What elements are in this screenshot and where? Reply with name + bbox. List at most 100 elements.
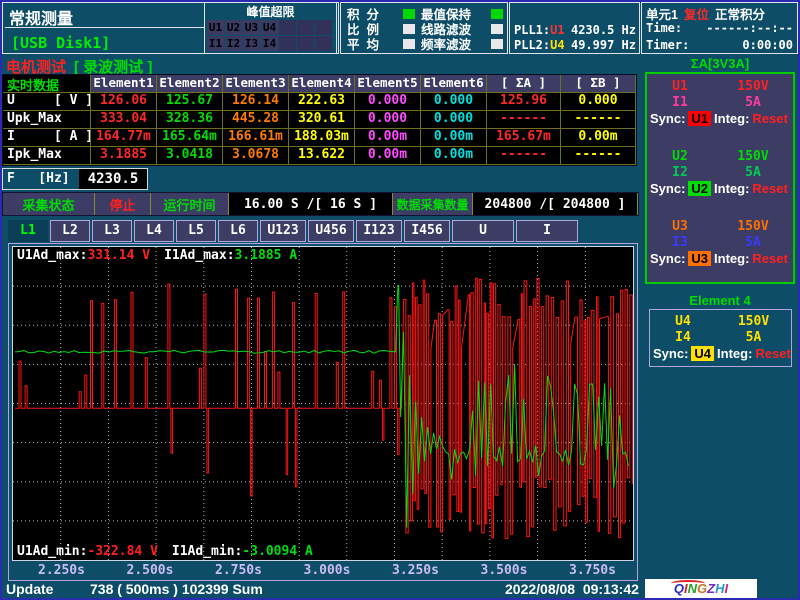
tab-u456[interactable]: U456	[308, 220, 354, 242]
x-tick-label: 3.000s	[304, 563, 351, 579]
tab-i456[interactable]: I456	[404, 220, 450, 242]
table-cell: 0.00m	[421, 147, 487, 165]
x-axis: 2.250s2.500s2.750s3.000s3.250s3.500s3.75…	[12, 563, 634, 579]
sync-source-badge: U1	[688, 111, 711, 126]
vendor-logo: QINGZHI	[645, 579, 757, 599]
e4-sync-line: Sync: U4 Integ: Reset	[650, 345, 791, 361]
tab-i[interactable]: I	[516, 220, 578, 242]
peak-cell-u2: U2	[225, 20, 242, 35]
wave-ann-bottom: U1Ad_min:-322.84 VI1Ad_min:-3.0094 A	[17, 544, 327, 559]
tab-u[interactable]: U	[452, 220, 514, 242]
unit-reset-status: 复位	[684, 4, 709, 20]
e4-voltage-range: 150V	[716, 314, 791, 329]
voltage-channel-label: U2	[647, 149, 713, 164]
toggle-checkbox[interactable]	[403, 39, 415, 49]
status-bar: Update 738 ( 500ms ) 102399 Sum 2022/08/…	[0, 579, 800, 600]
table-cell: 0.000	[355, 111, 421, 129]
pll-lines: PLL1:U14230.5 HzPLL2:U449.997 Hz	[514, 22, 636, 52]
current-channel-label: I1	[647, 95, 713, 110]
frequency-box: F [Hz] 4230.5	[2, 168, 148, 190]
sync-label: Sync:	[650, 251, 685, 266]
tab-l5[interactable]: L5	[176, 220, 216, 242]
table-cell: ------	[561, 111, 636, 129]
table-cell: 328.36	[157, 111, 223, 129]
unit-integration-panel: 单元1 复位 正常积分 Time: ------:--:-- Timer: 0:…	[641, 2, 798, 54]
table-cell: 13.622	[289, 147, 355, 165]
function-toggle-grid: 积 分比 例平 均最值保持线路滤波频率滤波	[344, 6, 506, 51]
peak-grid-row: I1I2I3I4	[207, 36, 332, 51]
row-label: U [ V ]	[3, 93, 91, 111]
table-cell: 0.00m	[561, 129, 636, 147]
timer-value: 0:00:00	[742, 38, 793, 54]
page-title: 常规测量	[9, 5, 73, 29]
sample-count-label: 数据采集数量	[393, 193, 473, 215]
unit-label: 单元1	[646, 4, 678, 20]
table-cell: 125.67	[157, 93, 223, 111]
timer-label: Timer:	[646, 38, 689, 54]
peak-cell-empty	[297, 36, 314, 51]
current-range: 5A	[713, 95, 793, 110]
update-label: Update	[6, 581, 53, 597]
annotation-value: 3.1885 A	[235, 248, 298, 263]
datetime: 2022/08/08 09:13:42	[505, 581, 639, 597]
row-label: Ipk_Max	[3, 147, 91, 165]
col-header: [ ΣA ]	[487, 75, 561, 93]
toggle-checkbox[interactable]	[403, 9, 415, 19]
col-header: Element4	[289, 75, 355, 93]
channel-block-2: U2150VI25ASync:U2Integ:Reset	[647, 148, 793, 196]
table-cell: 166.61m	[223, 129, 289, 147]
table-cell: 164.77m	[91, 129, 157, 147]
sync-source-badge: U2	[688, 181, 711, 196]
tab-i123[interactable]: I123	[356, 220, 402, 242]
tab-l3[interactable]: L3	[92, 220, 132, 242]
waveform-widget: U1Ad_max:331.14 VI1Ad_max:3.1885 A U1Ad_…	[8, 243, 638, 581]
acq-status-value: 停止	[95, 193, 151, 215]
integ-status: Reset	[752, 181, 787, 196]
integ-status: Reset	[752, 251, 787, 266]
channel-block-1: U1150VI15ASync:U1Integ:Reset	[647, 78, 793, 126]
tab-l4[interactable]: L4	[134, 220, 174, 242]
table-cell: 165.67m	[487, 129, 561, 147]
acquisition-bar: 采集状态 停止 运行时间 16.00 S /[ 16 S ] 数据采集数量 20…	[2, 192, 639, 216]
table-corner: 实时数据	[3, 75, 91, 93]
tab-l1[interactable]: L1	[8, 220, 48, 242]
grid-lines	[13, 247, 633, 560]
pll-panel: PLL1:U14230.5 HzPLL2:U449.997 Hz	[509, 2, 640, 54]
toggle-row-5: 频率滤波	[418, 36, 506, 51]
table-cell: 0.000	[421, 93, 487, 111]
frequency-label: F [Hz]	[3, 169, 79, 189]
toggle-checkbox[interactable]	[403, 24, 415, 34]
e4-current-line: I4 5A	[650, 329, 791, 345]
pll-name: PLL2:	[514, 38, 550, 52]
channel-block-3: U3150VI35ASync:U3Integ:Reset	[647, 218, 793, 266]
toggle-checkbox[interactable]	[491, 39, 503, 49]
row-label: Upk_Max	[3, 111, 91, 129]
tab-bar: L1L2L3L4L5L6U123U456I123I456UI	[8, 220, 578, 242]
toggle-checkbox[interactable]	[491, 24, 503, 34]
table-cell: 0.00m	[421, 129, 487, 147]
e4-sync-source-badge: U4	[691, 346, 714, 361]
table-cell: 126.06	[91, 93, 157, 111]
table-cell: 0.000	[355, 93, 421, 111]
runtime-label: 运行时间	[151, 193, 229, 215]
tab-l2[interactable]: L2	[50, 220, 90, 242]
timer-row: Timer: 0:00:00	[646, 38, 793, 54]
pll-line: PLL2:U449.997 Hz	[514, 37, 636, 52]
toggle-label: 平 均	[347, 34, 379, 53]
annotation-value: -3.0094 A	[242, 544, 312, 559]
current-range: 5A	[713, 165, 793, 180]
waveform-svg	[13, 247, 633, 560]
current-range: 5A	[713, 235, 793, 250]
integ-status: Reset	[752, 111, 787, 126]
wave-ann-top: U1Ad_max:331.14 VI1Ad_max:3.1885 A	[17, 248, 311, 263]
power-analyzer-screen: 常规测量 [USB Disk1] 峰值超限 U1U2U3U4I1I2I3I4 积…	[0, 0, 800, 600]
col-header: [ ΣB ]	[561, 75, 636, 93]
x-tick-label: 2.500s	[127, 563, 174, 579]
element4-box: U4 150V I4 5A Sync: U4 Integ: Reset	[649, 309, 792, 367]
toggle-row-2: 平 均	[344, 36, 418, 51]
toggle-checkbox[interactable]	[491, 9, 503, 19]
tab-l6[interactable]: L6	[218, 220, 258, 242]
annotation-label: I1Ad_max:	[164, 248, 234, 263]
tab-u123[interactable]: U123	[260, 220, 306, 242]
u1-trace	[15, 278, 633, 538]
